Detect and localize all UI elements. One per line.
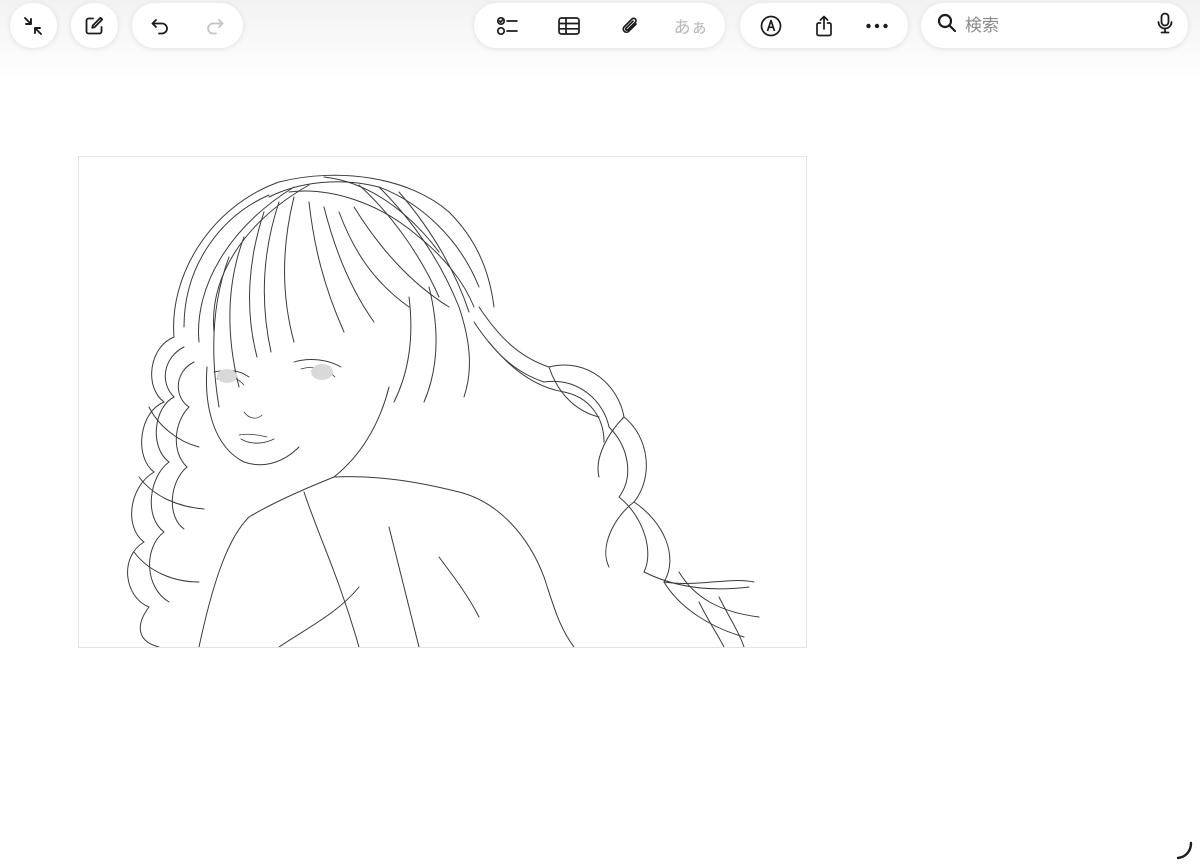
undo-button[interactable] (137, 3, 183, 48)
compose-button[interactable] (71, 3, 117, 48)
resize-handle[interactable] (1174, 841, 1194, 861)
share-button[interactable] (801, 3, 847, 48)
left-eye-shade (217, 369, 237, 383)
table-icon (557, 15, 581, 37)
checklist-icon (496, 15, 520, 37)
markup-button[interactable] (748, 3, 794, 48)
share-icon (813, 14, 835, 38)
format-toolbar-group: あぁ (474, 3, 725, 48)
text-format-label: あぁ (673, 18, 708, 38)
search-icon (937, 13, 957, 38)
right-eye-shade (311, 364, 333, 380)
ellipsis-icon (865, 22, 889, 30)
more-button[interactable] (854, 3, 900, 48)
collapse-button-pill (10, 3, 57, 48)
text-format-button[interactable]: あぁ (668, 3, 714, 48)
paperclip-icon (619, 15, 641, 37)
search-input[interactable] (965, 15, 1125, 36)
markup-pen-icon (759, 14, 783, 38)
redo-button[interactable] (192, 3, 238, 48)
actions-toolbar-group (740, 3, 908, 48)
search-bar (921, 3, 1188, 48)
collapse-button[interactable] (10, 3, 56, 48)
compose-note-icon (83, 15, 105, 37)
undo-redo-group (132, 3, 243, 48)
table-button[interactable] (546, 3, 592, 48)
sketch-drawing[interactable] (78, 156, 807, 648)
undo-icon (149, 15, 171, 37)
collapse-arrows-icon (22, 15, 44, 37)
compose-button-pill (71, 3, 118, 48)
attachment-button[interactable] (607, 3, 653, 48)
microphone-icon[interactable] (1156, 12, 1174, 39)
girl-sketch-lineart (127, 174, 760, 647)
redo-icon (204, 15, 226, 37)
checklist-button[interactable] (485, 3, 531, 48)
